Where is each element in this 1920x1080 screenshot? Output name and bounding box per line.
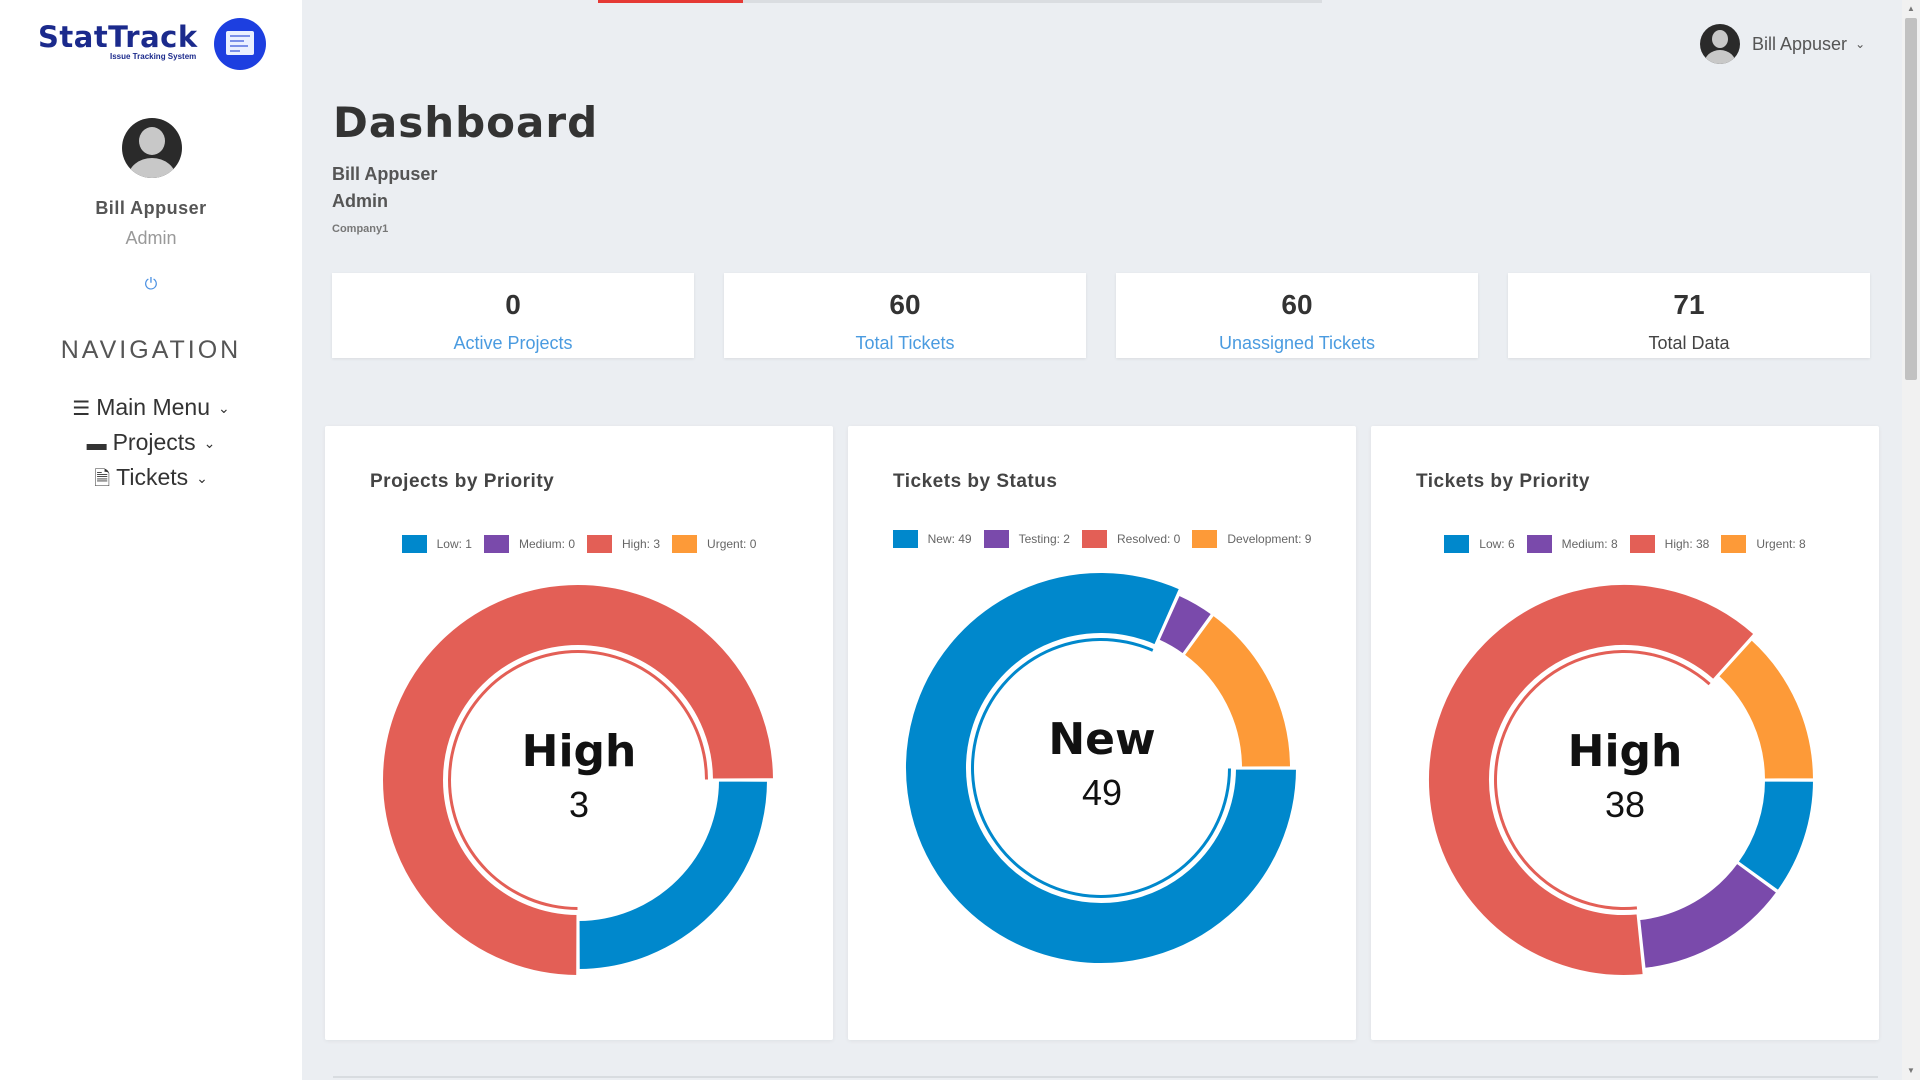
page-title: Dashboard bbox=[333, 98, 599, 147]
stat-card-unassigned-tickets: 60 Unassigned Tickets bbox=[1116, 273, 1478, 358]
stat-card-total-tickets: 60 Total Tickets bbox=[724, 273, 1086, 358]
chart-card-tickets-by-priority: Tickets by Priority Low: 6 Medium: 8 Hig… bbox=[1371, 426, 1879, 1040]
stat-card-total-data: 71 Total Data bbox=[1508, 273, 1870, 358]
donut-center-value: 49 bbox=[1081, 772, 1123, 813]
donut-slice-high[interactable] bbox=[381, 583, 776, 978]
navigation-heading: NAVIGATION bbox=[60, 336, 242, 364]
sidebar-item-label: Main Menu bbox=[96, 394, 210, 420]
stat-value: 71 bbox=[1673, 289, 1705, 320]
stat-link-unassigned-tickets[interactable]: Unassigned Tickets bbox=[1116, 333, 1478, 354]
user-menu[interactable]: Bill Appuser ⌄ bbox=[1700, 24, 1865, 64]
donut-center-value: 3 bbox=[568, 784, 590, 825]
sidebar-item-label: Tickets bbox=[116, 464, 189, 490]
sidebar-item-projects[interactable]: ▬ Projects ⌄ bbox=[0, 429, 302, 456]
chevron-down-icon: ⌄ bbox=[217, 400, 230, 416]
header-user-role: Admin bbox=[332, 191, 388, 211]
header-company: Company1 bbox=[332, 223, 389, 235]
donut-center-label: New bbox=[1048, 714, 1156, 765]
chevron-down-icon: ⌄ bbox=[1855, 37, 1866, 51]
sidebar: StatTrack Issue Tracking System Bill App… bbox=[0, 0, 302, 1080]
file-icon: 🗎 bbox=[94, 468, 111, 490]
top-progress-active bbox=[598, 0, 743, 3]
sidebar-user-name: Bill Appuser bbox=[95, 198, 207, 218]
donut-center-label: High bbox=[521, 726, 637, 777]
sidebar-user-role: Admin bbox=[125, 228, 177, 248]
stat-value: 0 bbox=[505, 289, 521, 320]
stat-card-active-projects: 0 Active Projects bbox=[332, 273, 694, 358]
header-user-name: Bill Appuser bbox=[332, 164, 438, 184]
stat-label-total-data: Total Data bbox=[1648, 333, 1730, 353]
chevron-down-icon: ⌄ bbox=[196, 470, 208, 486]
menu-icon: ☰ bbox=[72, 398, 91, 420]
stat-value: 60 bbox=[889, 289, 921, 320]
donut-highlight-ring bbox=[971, 638, 1231, 898]
avatar bbox=[122, 118, 182, 178]
stat-value: 60 bbox=[1281, 289, 1313, 320]
sidebar-item-label: Projects bbox=[112, 429, 196, 455]
avatar bbox=[1700, 24, 1740, 64]
logo-text: StatTrack bbox=[38, 20, 198, 54]
chart-card-tickets-by-status: Tickets by Status New: 49 Testing: 2 Res… bbox=[848, 426, 1356, 1040]
user-menu-name: Bill Appuser bbox=[1752, 33, 1848, 54]
donut-slice-medium[interactable] bbox=[1638, 861, 1779, 970]
logo-badge-icon bbox=[214, 18, 266, 70]
app-logo[interactable]: StatTrack Issue Tracking System bbox=[38, 18, 268, 72]
chevron-down-icon: ⌄ bbox=[203, 435, 216, 451]
logout-power-icon[interactable]: ⏻ bbox=[0, 276, 302, 294]
divider bbox=[333, 1076, 1878, 1078]
donut-highlight-ring bbox=[448, 650, 708, 910]
chart-card-projects-by-priority: Projects by Priority Low: 1 Medium: 0 Hi… bbox=[325, 426, 833, 1040]
scrollbar-thumb[interactable] bbox=[1905, 18, 1917, 380]
sidebar-item-main-menu[interactable]: ☰ Main Menu ⌄ bbox=[0, 394, 302, 421]
scroll-up-icon[interactable]: ▲ bbox=[1907, 4, 1915, 13]
sidebar-item-tickets[interactable]: 🗎 Tickets ⌄ bbox=[0, 464, 302, 498]
donut-slice-new[interactable] bbox=[904, 571, 1299, 965]
scroll-down-icon[interactable]: ▼ bbox=[1907, 1066, 1915, 1075]
logo-tagline: Issue Tracking System bbox=[110, 52, 197, 61]
donut-center-label: High bbox=[1567, 726, 1683, 777]
folder-icon: ▬ bbox=[86, 433, 107, 455]
stat-link-total-tickets[interactable]: Total Tickets bbox=[724, 333, 1086, 354]
donut-center-value: 38 bbox=[1604, 784, 1646, 825]
top-progress-bar bbox=[598, 0, 1322, 3]
stat-link-active-projects[interactable]: Active Projects bbox=[332, 333, 694, 354]
